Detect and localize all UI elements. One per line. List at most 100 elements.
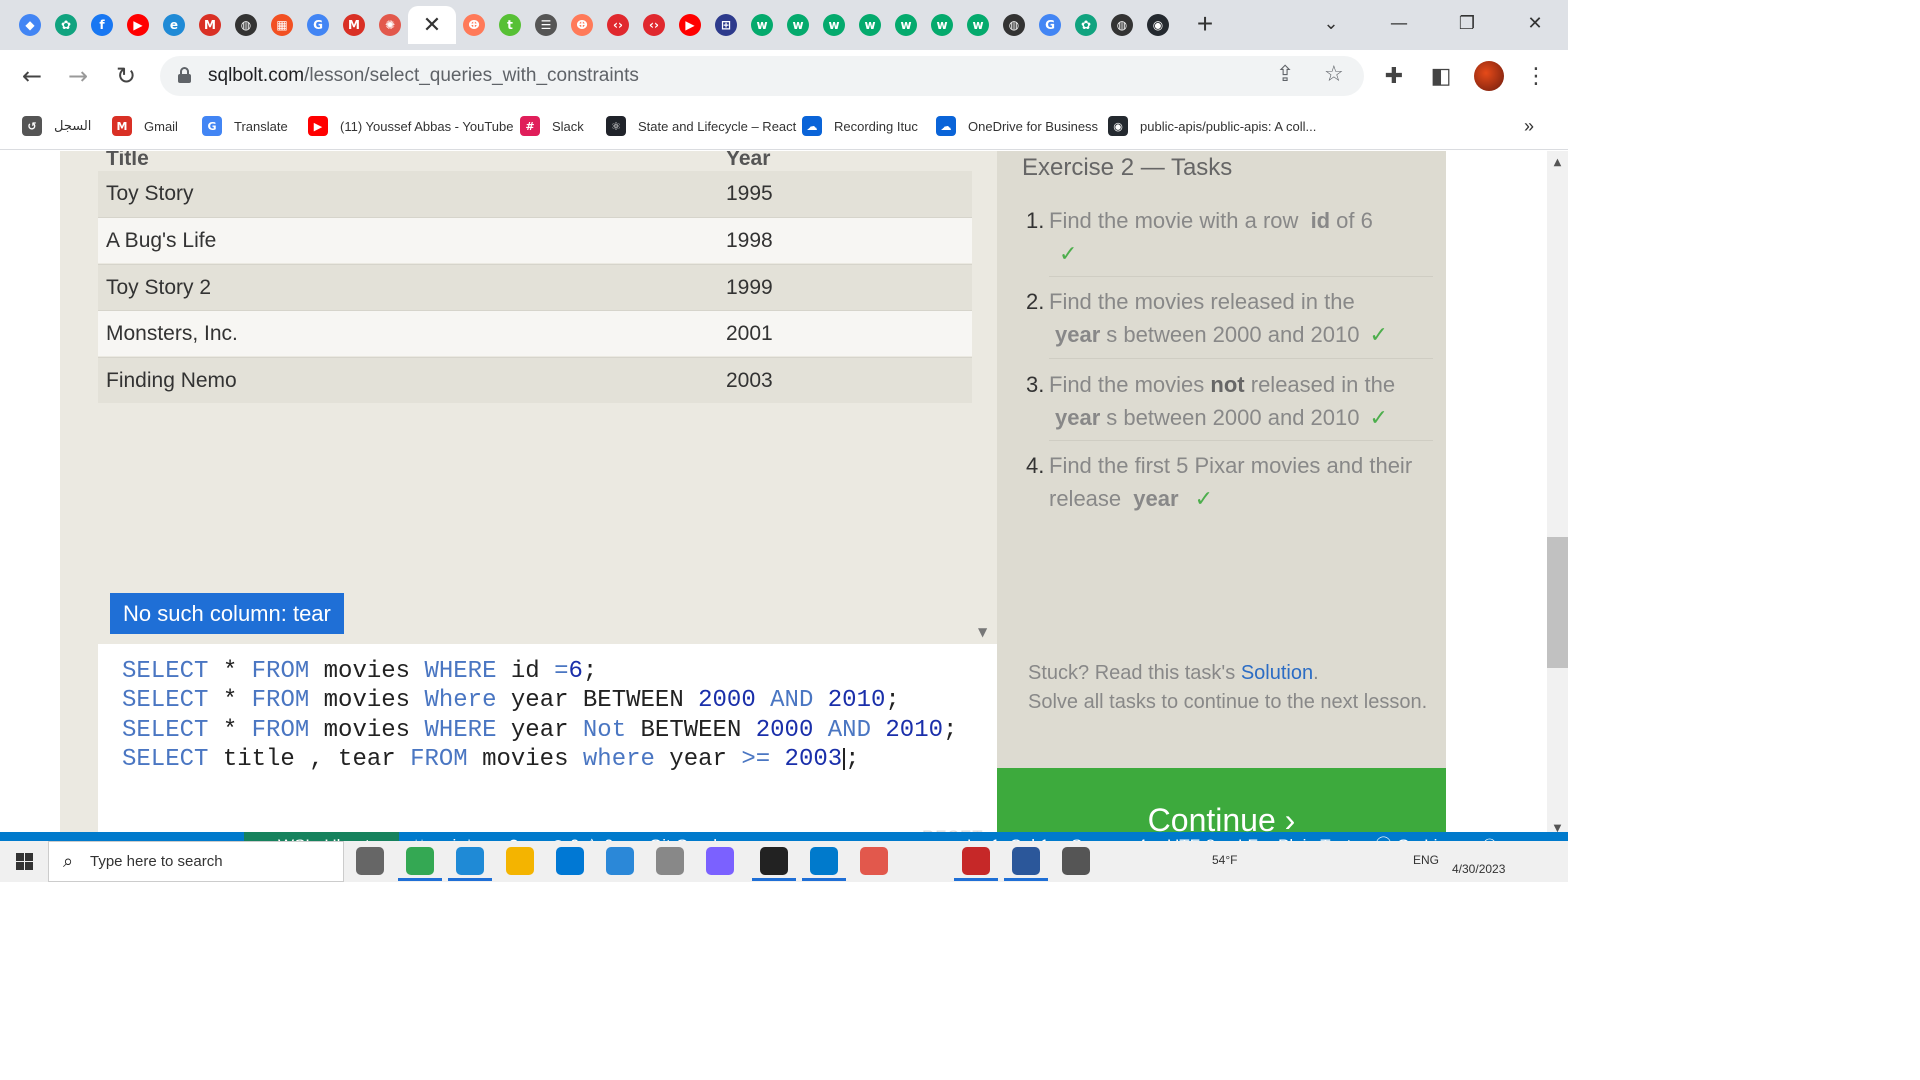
- side-panel-icon[interactable]: ◧: [1425, 60, 1457, 92]
- close-window-button[interactable]: ✕: [1502, 0, 1568, 46]
- app-icon[interactable]: [706, 847, 734, 875]
- back-button[interactable]: ←: [16, 60, 48, 92]
- vscode-app-icon[interactable]: [802, 847, 846, 881]
- weather-temp[interactable]: 54°F: [1212, 853, 1237, 867]
- browser-tab[interactable]: ✿: [48, 6, 84, 44]
- browser-tab[interactable]: ▦: [264, 6, 300, 44]
- bookmark-item[interactable]: M Gmail: [112, 114, 178, 138]
- browser-tab[interactable]: ◍: [228, 6, 264, 44]
- cell-title: Finding Nemo: [106, 369, 237, 392]
- browser-tab[interactable]: ◆: [12, 6, 48, 44]
- bookmarks-overflow-icon[interactable]: »: [1524, 114, 1534, 138]
- scroll-up-arrow-icon[interactable]: ▲: [1547, 153, 1568, 173]
- browser-tab[interactable]: ⴲ: [456, 6, 492, 44]
- minimize-button[interactable]: —: [1366, 0, 1432, 46]
- taskbar-search[interactable]: ⌕ Type here to search: [48, 841, 344, 882]
- file-explorer-icon[interactable]: [506, 847, 534, 875]
- browser-tab[interactable]: ✺: [372, 6, 408, 44]
- bookmark-item[interactable]: ☁ OneDrive for Business: [936, 114, 1098, 138]
- task-view-icon[interactable]: [356, 847, 384, 875]
- browser-tab[interactable]: ‹›: [600, 6, 636, 44]
- bookmark-item[interactable]: G Translate: [202, 114, 288, 138]
- table-row: Monsters, Inc. 2001: [98, 310, 972, 356]
- bookmark-item[interactable]: # Slack: [520, 114, 584, 138]
- column-header-title: Title: [106, 151, 149, 170]
- share-icon[interactable]: ⇪: [1276, 62, 1294, 87]
- bookmark-star-icon[interactable]: ☆: [1324, 62, 1344, 87]
- browser-tab[interactable]: M: [192, 6, 228, 44]
- continue-button[interactable]: Continue ›: [997, 768, 1446, 841]
- browser-tab[interactable]: ◍: [996, 6, 1032, 44]
- menu-kebab-icon[interactable]: ⋮: [1520, 60, 1552, 92]
- profile-avatar[interactable]: [1473, 60, 1505, 92]
- bookmark-label: Translate: [234, 118, 288, 134]
- browser-tab[interactable]: M: [336, 6, 372, 44]
- windows-start-icon[interactable]: [16, 853, 33, 870]
- mail-app-icon[interactable]: [606, 847, 634, 875]
- bookmark-item[interactable]: ▶ (11) Youssef Abbas - YouTube: [308, 114, 513, 138]
- store-app-icon[interactable]: [556, 847, 584, 875]
- edge-app-icon[interactable]: [448, 847, 492, 881]
- browser-tab[interactable]: ☰: [528, 6, 564, 44]
- app-icon[interactable]: [954, 847, 998, 881]
- close-tab-icon[interactable]: ✕: [423, 13, 441, 38]
- address-bar[interactable]: sqlbolt.com/lesson/select_queries_with_c…: [160, 56, 1364, 96]
- app-icon[interactable]: [656, 847, 684, 875]
- browser-tab[interactable]: G: [1032, 6, 1068, 44]
- browser-tab[interactable]: ◍: [1104, 6, 1140, 44]
- sql-editor[interactable]: SELECT * FROM movies WHERE id =6; SELECT…: [98, 644, 997, 841]
- table-row: Finding Nemo 2003: [98, 357, 972, 403]
- bookmark-item[interactable]: ⚛ State and Lifecycle – React: [606, 114, 796, 138]
- tab-search-chevron-icon[interactable]: ⌄: [1298, 0, 1364, 46]
- new-tab-button[interactable]: +: [1190, 10, 1220, 40]
- bookmark-item[interactable]: ↺ السجل: [22, 114, 91, 138]
- reload-button[interactable]: ↻: [110, 60, 142, 92]
- editor-resize-arrow-icon[interactable]: ▼: [978, 625, 987, 639]
- browser-tab[interactable]: w: [888, 6, 924, 44]
- chatgpt-icon: ✿: [55, 14, 77, 36]
- language-indicator[interactable]: ENG: [1413, 853, 1439, 867]
- clock-date[interactable]: 4/30/2023: [1452, 862, 1505, 876]
- browser-tab[interactable]: w: [924, 6, 960, 44]
- settings-gear-icon[interactable]: [1062, 847, 1090, 875]
- browser-tab[interactable]: ▶: [672, 6, 708, 44]
- url-text[interactable]: sqlbolt.com/lesson/select_queries_with_c…: [208, 65, 639, 87]
- cell-title: Monsters, Inc.: [106, 322, 238, 345]
- browser-tab[interactable]: ◉: [1140, 6, 1176, 44]
- youtube-icon: ▶: [127, 14, 149, 36]
- browser-tab[interactable]: w: [960, 6, 996, 44]
- restore-button[interactable]: ❐: [1434, 0, 1500, 46]
- browser-tab[interactable]: w: [852, 6, 888, 44]
- active-tab[interactable]: ✕: [408, 6, 456, 44]
- browser-tab[interactable]: e: [156, 6, 192, 44]
- terminal-app-icon[interactable]: [752, 847, 796, 881]
- scrollbar-thumb[interactable]: [1547, 537, 1568, 668]
- browser-tab[interactable]: w: [816, 6, 852, 44]
- browser-tab[interactable]: ✿: [1068, 6, 1104, 44]
- browser-tab[interactable]: ‹›: [636, 6, 672, 44]
- sql-code[interactable]: SELECT * FROM movies WHERE id =6; SELECT…: [122, 657, 957, 774]
- cell-year: 1995: [726, 182, 773, 205]
- app-icon[interactable]: [860, 847, 888, 875]
- extensions-puzzle-icon[interactable]: ✚: [1378, 60, 1410, 92]
- browser-tab[interactable]: f: [84, 6, 120, 44]
- browser-tab[interactable]: ▶: [120, 6, 156, 44]
- browser-tab[interactable]: w: [780, 6, 816, 44]
- browser-tab[interactable]: t: [492, 6, 528, 44]
- task-item: 2. Find the movies released in the year s …: [1026, 289, 1388, 347]
- github-icon: ◉: [1147, 14, 1169, 36]
- table-row: Toy Story 2 1999: [98, 264, 972, 310]
- word-app-icon[interactable]: [1004, 847, 1048, 881]
- lock-icon[interactable]: [178, 67, 191, 83]
- browser-tab[interactable]: G: [300, 6, 336, 44]
- bookmark-item[interactable]: ◉ public-apis/public-apis: A coll...: [1108, 114, 1316, 138]
- browser-tab[interactable]: ⴲ: [564, 6, 600, 44]
- browser-tab[interactable]: ⊞: [708, 6, 744, 44]
- browser-tab[interactable]: w: [744, 6, 780, 44]
- page-scrollbar[interactable]: ▲ ▼: [1547, 151, 1568, 841]
- solution-link[interactable]: Solution: [1241, 662, 1313, 684]
- bookmark-item[interactable]: ☁ Recording Ituc: [802, 114, 918, 138]
- forward-button[interactable]: →: [62, 60, 94, 92]
- chrome-app-icon[interactable]: [398, 847, 442, 881]
- bookmark-label: Slack: [552, 118, 584, 134]
